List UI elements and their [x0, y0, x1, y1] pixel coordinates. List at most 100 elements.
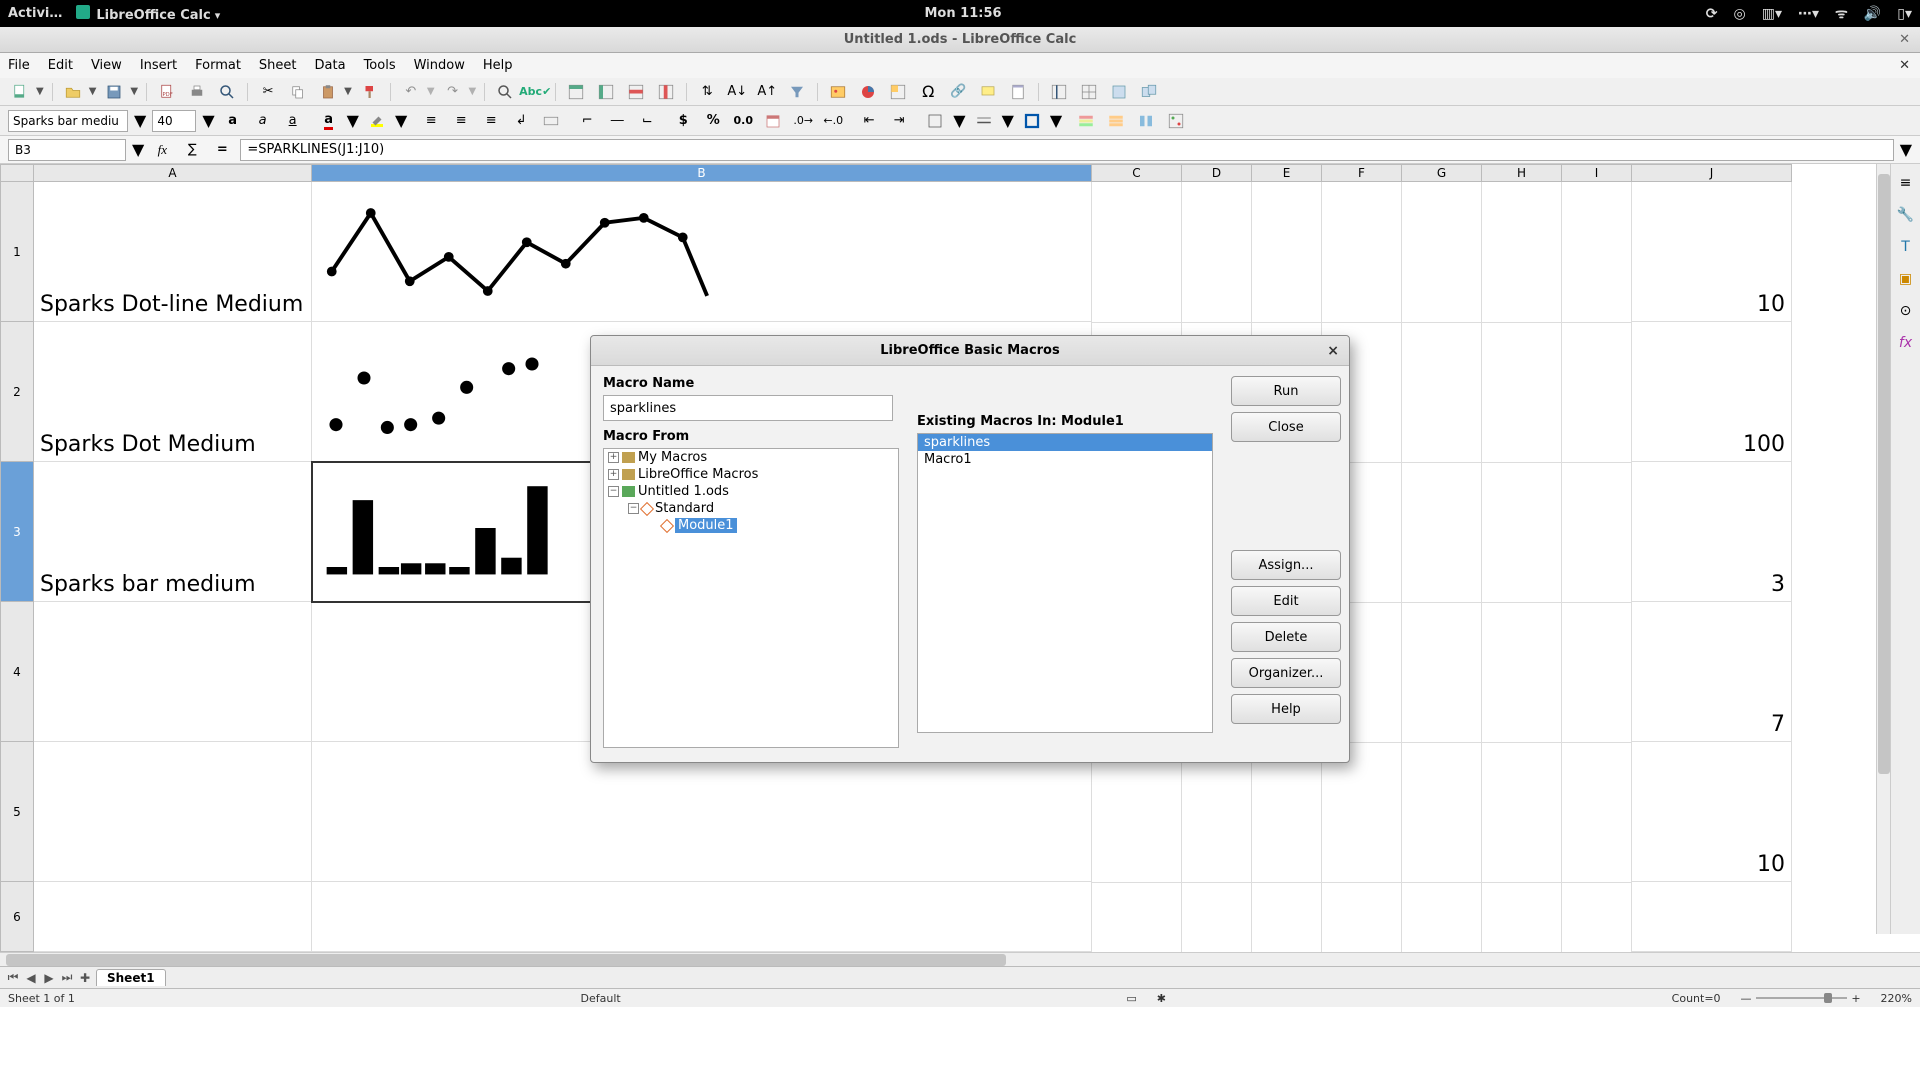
name-box-input[interactable] — [8, 139, 126, 161]
font-color-icon[interactable]: a — [317, 109, 341, 133]
status-selection-mode-icon[interactable]: ▭ — [1126, 992, 1136, 1005]
redo-dropdown-icon[interactable]: ▼ — [469, 86, 477, 97]
sidebar-styles-icon[interactable]: T — [1895, 236, 1917, 258]
font-size-dropdown-icon[interactable]: ▼ — [202, 111, 214, 130]
assign-button[interactable]: Assign... — [1231, 550, 1341, 580]
function-icon[interactable]: = — [210, 138, 234, 162]
border-color-dropdown-icon[interactable]: ▼ — [1050, 111, 1062, 130]
decrease-indent-icon[interactable]: ⇤ — [857, 109, 881, 133]
close-button[interactable]: Close — [1231, 412, 1341, 442]
undo-dropdown-icon[interactable]: ▼ — [427, 86, 435, 97]
autofilter-icon[interactable] — [785, 80, 809, 104]
sidebar-gallery-icon[interactable]: ▣ — [1895, 268, 1917, 290]
col-header-C[interactable]: C — [1092, 164, 1182, 182]
number-icon[interactable]: 0.0 — [731, 109, 755, 133]
status-page-style[interactable]: Default — [581, 992, 621, 1005]
tree-doc[interactable]: −Untitled 1.ods — [604, 483, 898, 500]
col-header-I[interactable]: I — [1562, 164, 1632, 182]
row-header-2[interactable]: 2 — [0, 322, 34, 462]
sidebar-settings-icon[interactable]: ≡ — [1895, 172, 1917, 194]
menu-sheet[interactable]: Sheet — [259, 58, 297, 73]
border-style-dropdown-icon[interactable]: ▼ — [1002, 111, 1014, 130]
special-char-icon[interactable]: Ω — [916, 80, 940, 104]
col-header-H[interactable]: H — [1482, 164, 1562, 182]
power-icon[interactable]: ▯▾ — [1897, 6, 1912, 22]
cell-J2[interactable]: 100 — [1632, 322, 1792, 462]
merge-icon[interactable] — [539, 109, 563, 133]
macro-item-sparklines[interactable]: sparklines — [918, 434, 1212, 451]
col-header-E[interactable]: E — [1252, 164, 1322, 182]
edit-button[interactable]: Edit — [1231, 586, 1341, 616]
find-icon[interactable] — [493, 80, 517, 104]
date-icon[interactable] — [761, 109, 785, 133]
paste-dropdown-icon[interactable]: ▼ — [344, 86, 352, 97]
cell-A1[interactable]: Sparks Dot-line Medium — [34, 182, 312, 322]
add-decimal-icon[interactable]: .0→ — [791, 109, 815, 133]
cond-format-1-icon[interactable] — [1074, 109, 1098, 133]
new-dropdown-icon[interactable]: ▼ — [36, 86, 44, 97]
cond-format-4-icon[interactable] — [1164, 109, 1188, 133]
name-box-dropdown-icon[interactable]: ▼ — [132, 140, 144, 159]
print-icon[interactable] — [185, 80, 209, 104]
undo-icon[interactable]: ↶ — [399, 80, 423, 104]
cell-J1[interactable]: 10 — [1632, 182, 1792, 322]
sort-asc-icon[interactable]: A↓ — [725, 80, 749, 104]
align-center-icon[interactable]: ≡ — [449, 109, 473, 133]
delete-button[interactable]: Delete — [1231, 622, 1341, 652]
cell-A5[interactable] — [34, 742, 312, 882]
menu-view[interactable]: View — [91, 58, 122, 73]
window2-icon[interactable] — [1137, 80, 1161, 104]
cell-J4[interactable]: 7 — [1632, 602, 1792, 742]
status-count[interactable]: Count=0 — [1672, 992, 1721, 1005]
cell-A2[interactable]: Sparks Dot Medium — [34, 322, 312, 462]
accessibility-icon[interactable]: ⟳ — [1706, 6, 1718, 22]
col-H-cells[interactable] — [1482, 182, 1562, 952]
new-icon[interactable] — [8, 80, 32, 104]
more-icon[interactable]: ⋯▾ — [1798, 6, 1819, 22]
percent-icon[interactable]: % — [701, 109, 725, 133]
menu-insert[interactable]: Insert — [140, 58, 177, 73]
open-dropdown-icon[interactable]: ▼ — [89, 86, 97, 97]
tree-module1[interactable]: Module1 — [604, 517, 898, 534]
tab-first-icon[interactable]: ⏮ — [6, 970, 20, 985]
align-top-icon[interactable]: ⌐ — [575, 109, 599, 133]
paste-icon[interactable] — [316, 80, 340, 104]
comment-icon[interactable] — [976, 80, 1000, 104]
sidebar-functions-icon[interactable]: fx — [1895, 332, 1917, 354]
cond-format-3-icon[interactable] — [1134, 109, 1158, 133]
select-all-corner[interactable] — [0, 164, 34, 182]
print-preview-icon[interactable] — [215, 80, 239, 104]
pivot-icon[interactable] — [886, 80, 910, 104]
cell-A3[interactable]: Sparks bar medium — [34, 462, 312, 602]
volume-icon[interactable]: 🔊 — [1864, 6, 1881, 22]
cell-J3[interactable]: 3 — [1632, 462, 1792, 602]
currency-icon[interactable]: $ — [671, 109, 695, 133]
cell-B6[interactable] — [312, 882, 1092, 952]
sidebar-navigator-icon[interactable]: ⊙ — [1895, 300, 1917, 322]
cell-A4[interactable] — [34, 602, 312, 742]
freeze-icon[interactable] — [1047, 80, 1071, 104]
col-header-A[interactable]: A — [34, 164, 312, 182]
headers-footers-icon[interactable] — [1006, 80, 1030, 104]
wrap-text-icon[interactable]: ↲ — [509, 109, 533, 133]
col-header-D[interactable]: D — [1182, 164, 1252, 182]
active-app-indicator[interactable]: LibreOffice Calc — [76, 5, 220, 23]
hyperlink-icon[interactable]: 🔗 — [946, 80, 970, 104]
borders-dropdown-icon[interactable]: ▼ — [953, 111, 965, 130]
tab-last-icon[interactable]: ⏭ — [60, 970, 74, 985]
tree-standard[interactable]: −Standard — [604, 500, 898, 517]
menu-format[interactable]: Format — [195, 58, 241, 73]
activities-button[interactable]: Activi… — [8, 6, 62, 21]
dialog-close-button[interactable]: × — [1327, 343, 1339, 359]
window-close-button[interactable]: ✕ — [1899, 32, 1910, 47]
split-icon[interactable] — [1077, 80, 1101, 104]
sort-icon[interactable]: ⇅ — [695, 80, 719, 104]
delete-column-icon[interactable] — [654, 80, 678, 104]
menu-file[interactable]: File — [8, 58, 30, 73]
align-left-icon[interactable]: ≡ — [419, 109, 443, 133]
underline-icon[interactable]: a — [281, 109, 305, 133]
col-I-cells[interactable] — [1562, 182, 1632, 952]
menu-window[interactable]: Window — [414, 58, 465, 73]
existing-macros-list[interactable]: sparklines Macro1 — [917, 433, 1213, 733]
border-style-icon[interactable] — [972, 109, 996, 133]
